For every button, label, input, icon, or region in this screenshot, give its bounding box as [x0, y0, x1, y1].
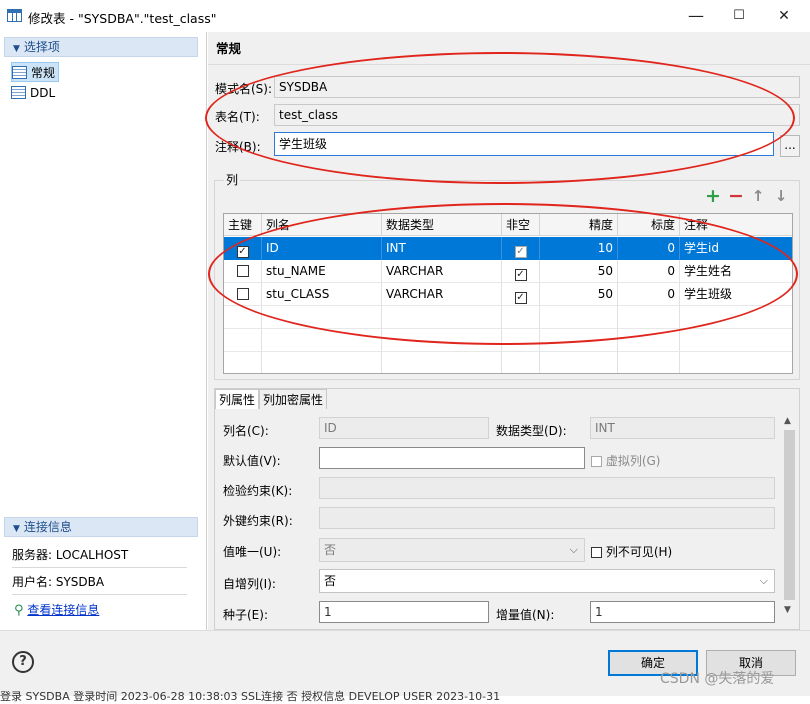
header-pk[interactable]: 主键	[224, 214, 262, 236]
sidebar-item-label: DDL	[30, 86, 56, 100]
connection-section-header[interactable]: ▼ 连接信息	[4, 517, 198, 537]
connection-icon: ⚲	[14, 603, 24, 618]
virtual-column-label: 虚拟列(G)	[605, 454, 661, 468]
comment-more-button[interactable]: ...	[780, 135, 800, 157]
collapse-icon: ▼	[13, 524, 20, 534]
view-connection-link[interactable]: ⚲ 查看连接信息	[14, 601, 99, 619]
connection-section-label: 连接信息	[23, 520, 72, 534]
foreign-key-label: 外键约束(R):	[223, 514, 293, 528]
column-name-field: ID	[319, 417, 489, 439]
scroll-up-icon[interactable]: ▲	[784, 416, 791, 426]
page-icon	[11, 86, 26, 99]
invisible-column-checkbox[interactable]	[591, 547, 602, 558]
identity-select[interactable]: 否 ⌵	[319, 569, 775, 593]
empty-row	[224, 352, 792, 373]
data-type-label: 数据类型(D):	[496, 424, 567, 438]
title-bar: 修改表 - "SYSDBA"."test_class" — ☐ ✕	[0, 0, 810, 32]
minimize-button[interactable]: —	[678, 4, 714, 28]
unique-select: 否 ⌵	[319, 538, 585, 562]
invisible-column-option[interactable]: 列不可见(H)	[591, 543, 672, 560]
left-panel: ▼ 选择项 常规 DDL ▼ 连接信息 服务器: LOCALHOST 用户名: SY…	[0, 32, 207, 630]
sidebar-item-general[interactable]: 常规	[11, 62, 60, 82]
watermark: CSDN @失落的爱	[660, 671, 775, 687]
window-title: 修改表 - "SYSDBA"."test_class"	[28, 11, 217, 26]
default-value-input[interactable]	[319, 447, 585, 469]
chevron-down-icon: ⌵	[569, 543, 578, 556]
increment-label: 增量值(N):	[496, 608, 555, 622]
columns-group-label: 列	[224, 171, 241, 188]
default-value-label: 默认值(V):	[223, 454, 281, 468]
page-title: 常规	[216, 41, 242, 56]
tab-column-encryption[interactable]: 列加密属性	[259, 389, 328, 409]
increment-input[interactable]: 1	[590, 601, 775, 623]
sidebar-item-label: 常规	[31, 66, 56, 80]
server-info: 服务器: LOCALHOST	[12, 542, 187, 568]
status-bar: 登录 SYSDBA 登录时间 2023-06-28 10:38:03 SSL连接…	[0, 690, 501, 703]
maximize-button[interactable]: ☐	[721, 4, 757, 28]
virtual-column-option[interactable]: 虚拟列(G)	[591, 452, 661, 469]
check-constraint-field	[319, 477, 775, 499]
column-name-label: 列名(C):	[223, 424, 269, 438]
unique-value: 否	[324, 543, 337, 557]
user-info: 用户名: SYSDBA	[12, 569, 187, 595]
sidebar-item-ddl[interactable]: DDL	[11, 83, 55, 103]
collapse-icon: ▼	[13, 44, 20, 54]
virtual-column-checkbox[interactable]	[591, 456, 602, 467]
annotation-ellipse	[208, 203, 798, 345]
annotation-ellipse	[205, 52, 795, 184]
identity-label: 自增列(I):	[223, 577, 276, 591]
table-icon	[7, 9, 22, 22]
scrollbar-thumb[interactable]	[784, 430, 795, 600]
scroll-down-icon[interactable]: ▼	[784, 605, 791, 615]
data-type-field: INT	[590, 417, 775, 439]
foreign-key-field	[319, 507, 775, 529]
check-constraint-label: 检验约束(K):	[223, 484, 293, 498]
move-up-icon[interactable]: ↑	[751, 189, 765, 204]
unique-label: 值唯一(U):	[223, 545, 282, 559]
seed-label: 种子(E):	[223, 608, 268, 622]
options-section-header[interactable]: ▼ 选择项	[4, 37, 198, 57]
options-section-label: 选择项	[23, 40, 60, 54]
identity-value: 否	[324, 574, 337, 588]
close-button[interactable]: ✕	[766, 4, 802, 28]
chevron-down-icon: ⌵	[759, 574, 768, 587]
move-down-icon[interactable]: ↓	[774, 189, 788, 204]
seed-input[interactable]: 1	[319, 601, 489, 623]
add-column-icon[interactable]: +	[705, 187, 721, 206]
view-connection-label: 查看连接信息	[27, 603, 100, 617]
remove-column-icon[interactable]: −	[728, 187, 744, 206]
page-icon	[12, 66, 27, 79]
invisible-column-label: 列不可见(H)	[605, 545, 673, 559]
tab-column-properties[interactable]: 列属性	[215, 389, 260, 409]
help-icon[interactable]: ?	[12, 651, 34, 673]
